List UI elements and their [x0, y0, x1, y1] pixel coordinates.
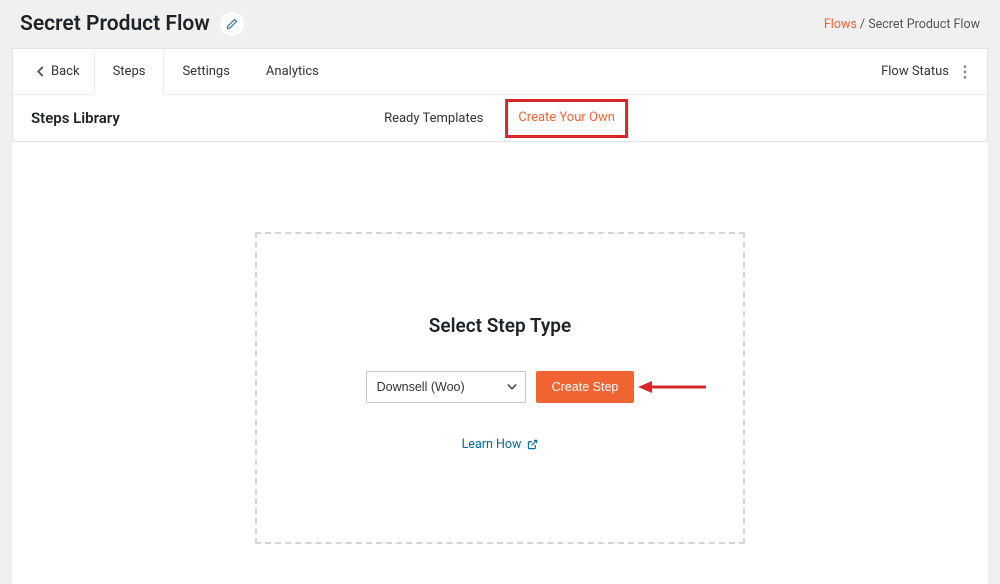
subheader: Steps Library Ready Templates Create You…	[13, 95, 987, 141]
content-area: Select Step Type Downsell (Woo) Create S…	[12, 142, 988, 584]
breadcrumb-current: Secret Product Flow	[868, 17, 980, 32]
breadcrumb-link-flows[interactable]: Flows	[824, 17, 857, 32]
arrow-left-icon	[638, 379, 708, 395]
breadcrumb-separator: /	[860, 17, 868, 32]
learn-how-link[interactable]: Learn How	[462, 437, 539, 452]
subtabs: Ready Templates Create Your Own	[372, 99, 628, 138]
main-panel: Back Steps Settings Analytics Flow Statu…	[12, 48, 988, 142]
tab-analytics[interactable]: Analytics	[248, 49, 337, 94]
breadcrumb: Flows / Secret Product Flow	[824, 17, 980, 32]
chevron-left-icon	[37, 66, 45, 77]
create-step-card: Select Step Type Downsell (Woo) Create S…	[255, 232, 745, 544]
flow-status: Flow Status	[881, 61, 977, 83]
learn-how-label: Learn How	[462, 437, 522, 452]
tab-steps[interactable]: Steps	[94, 50, 165, 95]
external-link-icon	[527, 439, 538, 450]
tab-settings[interactable]: Settings	[164, 49, 247, 94]
create-step-button[interactable]: Create Step	[536, 371, 635, 403]
pencil-icon	[226, 18, 238, 30]
more-vertical-icon	[963, 65, 967, 79]
flow-status-label: Flow Status	[881, 64, 949, 79]
page-header: Secret Product Flow Flows / Secret Produ…	[0, 0, 1000, 48]
page-title: Secret Product Flow	[20, 12, 210, 36]
steps-library-title: Steps Library	[31, 109, 120, 127]
back-label: Back	[51, 64, 80, 79]
annotation-arrow	[638, 379, 708, 395]
controls-row: Downsell (Woo) Create Step	[287, 371, 713, 403]
back-button[interactable]: Back	[23, 49, 94, 94]
step-type-heading: Select Step Type	[287, 314, 713, 337]
title-wrap: Secret Product Flow	[20, 12, 244, 36]
edit-title-button[interactable]	[220, 12, 244, 36]
kebab-menu-button[interactable]	[957, 61, 973, 83]
nav-bar: Back Steps Settings Analytics Flow Statu…	[13, 49, 987, 95]
subtab-ready-templates[interactable]: Ready Templates	[372, 99, 495, 138]
subtab-create-your-own[interactable]: Create Your Own	[505, 99, 628, 138]
step-type-select[interactable]: Downsell (Woo)	[366, 371, 526, 403]
step-type-select-wrap: Downsell (Woo)	[366, 371, 526, 403]
